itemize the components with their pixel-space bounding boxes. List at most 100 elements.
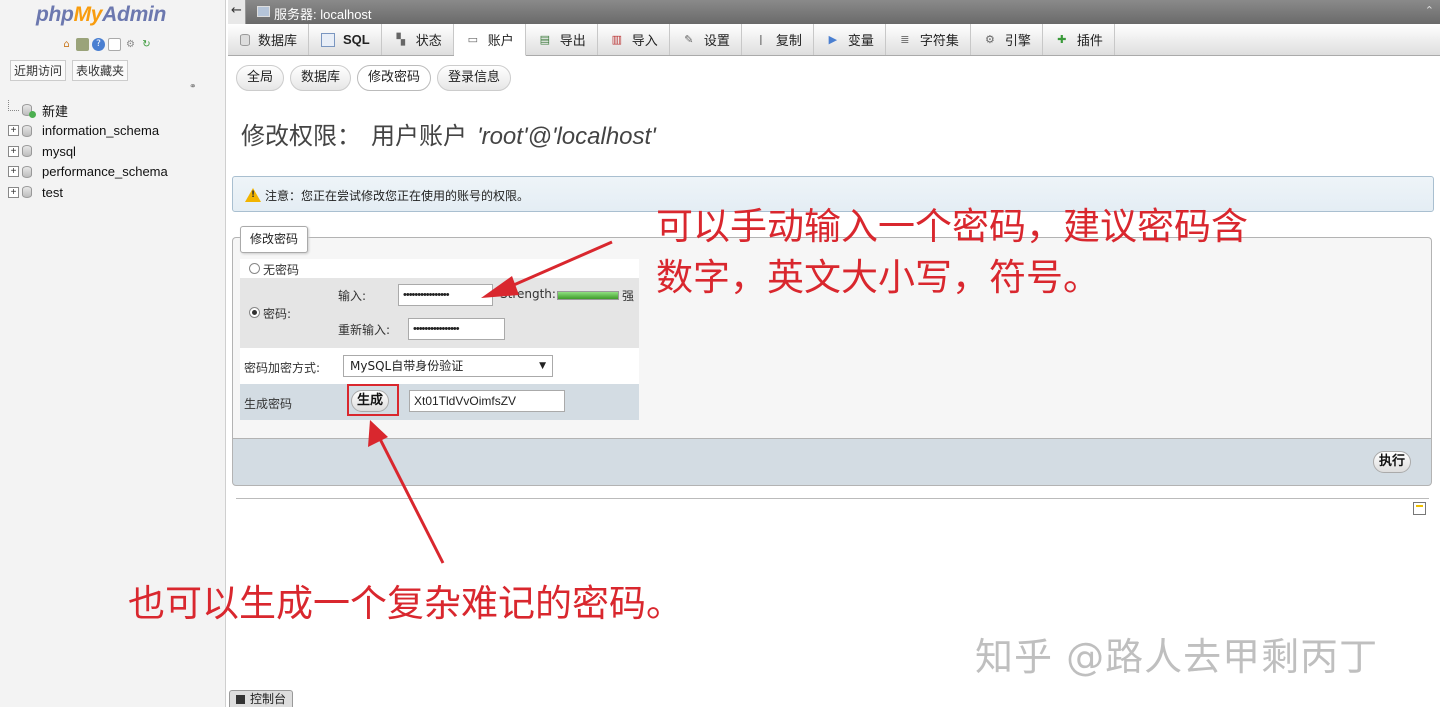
tab-label: 导出 (559, 34, 586, 49)
charset-icon: ≣ (900, 33, 910, 46)
database-tree: 新建 + information_schema + mysql + performan… (8, 99, 168, 203)
console-tab[interactable]: 控制台 (229, 690, 293, 707)
no-password-row: 无密码 (240, 259, 639, 278)
home-icon[interactable]: ⌂ (60, 38, 73, 51)
page-settings-icon[interactable] (1413, 502, 1426, 515)
no-password-label[interactable]: 无密码 (263, 261, 299, 278)
tab-label: 状态 (415, 34, 442, 49)
server-breadcrumb[interactable]: 服务器: localhost (274, 4, 372, 23)
tree-item-label[interactable]: mysql (42, 144, 76, 159)
tree-item-new[interactable]: 新建 (8, 99, 168, 121)
help-icon[interactable]: ? (92, 38, 105, 51)
link-with-main-icon[interactable]: ⚭ (189, 82, 197, 92)
logo-admin-text: Admin (102, 3, 166, 26)
tab-label: 插件 (1076, 34, 1103, 49)
tab-settings[interactable]: ✎ 设置 (670, 24, 742, 55)
database-icon (240, 33, 250, 46)
expand-icon[interactable]: + (8, 145, 19, 157)
subtab-change-password[interactable]: 修改密码 (357, 65, 432, 91)
tree-item-mysql[interactable]: + mysql (8, 141, 168, 162)
page-title-label: 修改权限： (241, 122, 361, 150)
server-breadcrumb-bar: ← 服务器: localhost ⌃ (228, 0, 1440, 24)
tab-variables[interactable]: ▶ 变量 (814, 24, 886, 55)
password-reenter-input[interactable]: •••••••••••••••• (408, 318, 505, 340)
database-icon[interactable] (76, 38, 89, 51)
expand-icon[interactable]: + (8, 125, 19, 137)
annotation-manual-line2: 数字，英文大小写，符号。 (656, 256, 1100, 299)
tree-item-information-schema[interactable]: + information_schema (8, 121, 168, 142)
subtab-login-info[interactable]: 登录信息 (437, 65, 512, 91)
annotation-generate: 也可以生成一个复杂难记的密码。 (128, 582, 683, 625)
replication-icon: ǀ (759, 33, 763, 46)
tab-export[interactable]: ▤ 导出 (526, 24, 598, 55)
dropdown-arrow-icon: ▼ (539, 361, 546, 371)
tree-item-label[interactable]: test (42, 185, 63, 200)
docs-icon[interactable] (108, 38, 121, 51)
recent-tab[interactable]: 近期访问 (10, 60, 67, 81)
no-password-radio[interactable] (249, 263, 260, 274)
tree-item-test[interactable]: + test (8, 182, 168, 203)
hashing-method-select[interactable]: MySQL自带身份验证 ▼ (343, 355, 553, 377)
phpmyadmin-window: phpMyAdmin ⌂ ? ⚙ ↻ 近期访问 表收藏夹 ⚭ 新建 + infor… (0, 0, 1440, 707)
collapse-top-icon[interactable]: ⌃ (1425, 4, 1434, 17)
tab-status[interactable]: ▚ 状态 (382, 24, 454, 55)
settings-icon[interactable]: ⚙ (124, 38, 137, 51)
tree-item-label[interactable]: performance_schema (42, 164, 168, 179)
hashing-method-value: MySQL自带身份验证 (350, 359, 464, 373)
tab-sql[interactable]: SQL (309, 24, 382, 55)
tab-label: 数据库 (258, 34, 298, 49)
password-radio[interactable] (249, 307, 260, 318)
password-label[interactable]: 密码: (263, 305, 291, 322)
tab-label: 账户 (487, 34, 514, 49)
tree-item-label[interactable]: information_schema (42, 123, 159, 138)
logo-my-text: My (73, 3, 103, 26)
subtab-database[interactable]: 数据库 (290, 65, 352, 91)
hashing-method-label: 密码加密方式: (244, 361, 321, 375)
collapse-nav-arrow-icon[interactable]: ← (228, 0, 246, 24)
strength-label: Strength: (500, 287, 556, 301)
tree-item-performance-schema[interactable]: + performance_schema (8, 162, 168, 183)
expand-icon[interactable]: + (8, 186, 19, 198)
logo-php-text: php (36, 3, 74, 26)
favorites-tab[interactable]: 表收藏夹 (72, 60, 129, 81)
notice-text: 注意：您正在尝试修改您正在使用的账号的权限。 (265, 189, 530, 203)
tab-databases[interactable]: 数据库 (228, 24, 310, 55)
wrench-icon: ✎ (684, 33, 694, 46)
tab-label: SQL (343, 32, 370, 47)
plugin-icon: ✚ (1057, 33, 1067, 46)
subtab-global[interactable]: 全局 (236, 65, 285, 91)
generated-password-field[interactable]: Xt01TldVvOimfsZV (409, 390, 565, 412)
tab-plugins[interactable]: ✚ 插件 (1043, 24, 1115, 55)
expand-icon[interactable]: + (8, 166, 19, 178)
server-icon (257, 6, 270, 17)
reenter-label: 重新输入: (338, 323, 391, 337)
tab-accounts[interactable]: ▭ 账户 (453, 24, 526, 56)
password-strength-meter (557, 291, 619, 300)
enter-label: 输入: (338, 289, 367, 303)
import-icon: ▥ (611, 33, 622, 46)
database-icon (22, 124, 32, 137)
reload-icon[interactable]: ↻ (140, 38, 153, 51)
tab-charset[interactable]: ≣ 字符集 (886, 24, 971, 55)
page-title-user: 'root'@'localhost' (477, 123, 656, 150)
go-button[interactable]: 执行 (1373, 451, 1411, 473)
form-submit-area (232, 438, 1432, 486)
tab-import[interactable]: ▥ 导入 (598, 24, 670, 55)
tab-label: 字符集 (919, 34, 959, 49)
page-title: 修改权限： 用户账户 'root'@'localhost' (241, 116, 656, 151)
page-title-sub: 用户账户 (371, 122, 467, 150)
export-icon: ▤ (539, 33, 550, 46)
engine-icon: ⚙ (984, 33, 995, 46)
password-input[interactable]: •••••••••••••••• (398, 284, 493, 306)
tab-engines[interactable]: ⚙ 引擎 (971, 24, 1043, 55)
accounts-icon: ▭ (467, 33, 478, 46)
tab-replication[interactable]: ǀ 复制 (742, 24, 814, 55)
variables-icon: ▶ (828, 33, 838, 46)
tab-label: 复制 (775, 34, 802, 49)
tree-item-label[interactable]: 新建 (42, 101, 68, 120)
phpmyadmin-logo[interactable]: phpMyAdmin (36, 3, 166, 27)
console-label: 控制台 (250, 692, 287, 706)
tab-label: 导入 (631, 34, 658, 49)
change-password-legend: 修改密码 (240, 226, 309, 253)
generate-button-highlight-box (347, 384, 399, 416)
